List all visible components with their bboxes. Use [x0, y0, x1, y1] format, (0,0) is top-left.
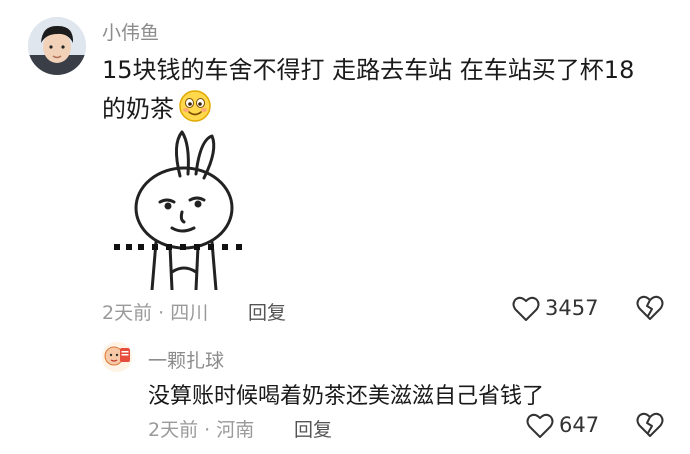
reply-avatar-image	[102, 342, 132, 372]
comment-reply-button[interactable]: 回复	[248, 298, 286, 325]
user-avatar-image	[28, 17, 86, 75]
avatar[interactable]	[28, 17, 86, 75]
dislike-icon[interactable]	[636, 294, 664, 322]
like-icon[interactable]	[512, 296, 540, 322]
bunny-sticker-image	[114, 130, 242, 290]
bunny-sticker[interactable]	[112, 124, 250, 290]
comment-time-location: 2天前 · 四川	[102, 302, 209, 324]
comment-text: 15块钱的车舍不得打 走路去车站 在车站买了杯18 的奶茶	[102, 52, 672, 128]
comment-text-line1: 15块钱的车舍不得打 走路去车站 在车站买了杯18	[102, 56, 635, 84]
reply-avatar[interactable]	[102, 342, 132, 372]
comment-like-count: 3457	[545, 296, 599, 320]
like-icon[interactable]	[526, 413, 554, 439]
reply-username[interactable]: 一颗扎球	[148, 346, 224, 373]
reply-time-location: 2天前 · 河南	[148, 419, 255, 441]
comment-text-line2: 的奶茶	[102, 95, 174, 123]
smiling-face-emoji-icon	[178, 89, 212, 123]
reply-reply-button[interactable]: 回复	[294, 415, 332, 442]
comment-username[interactable]: 小伟鱼	[102, 18, 159, 45]
dislike-icon[interactable]	[636, 411, 664, 439]
reply-like-count: 647	[559, 413, 600, 437]
reply-text: 没算账时候喝着奶茶还美滋滋自己省钱了	[148, 384, 545, 409]
